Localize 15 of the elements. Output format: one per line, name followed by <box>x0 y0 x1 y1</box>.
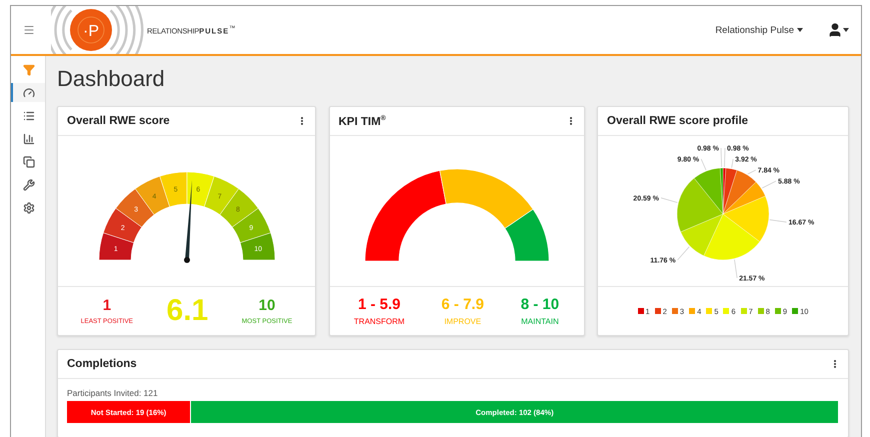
card-title: KPI TIM$^{®}$ <box>338 114 386 128</box>
range-value: 6 - 7.9 <box>441 296 484 312</box>
page-title: Dashboard <box>57 66 166 92</box>
range-caption: MAINTAIN <box>521 316 559 326</box>
range-caption: TRANSFORM <box>354 316 405 326</box>
invited-count: Participants Invited: 121 <box>66 387 159 400</box>
range-value: 8 - 10 <box>520 296 560 312</box>
range-caption: IMPROVE <box>444 316 482 326</box>
score-value: 6.1 <box>166 296 208 326</box>
card-title: Overall RWE score <box>67 115 170 127</box>
range-value: 1 - 5.9 <box>358 296 400 312</box>
scale-value: 10 <box>258 298 276 312</box>
scale-value: 1 <box>102 298 112 312</box>
card-title: Completions <box>67 358 137 370</box>
card-title: Overall RWE score profile <box>607 115 748 127</box>
